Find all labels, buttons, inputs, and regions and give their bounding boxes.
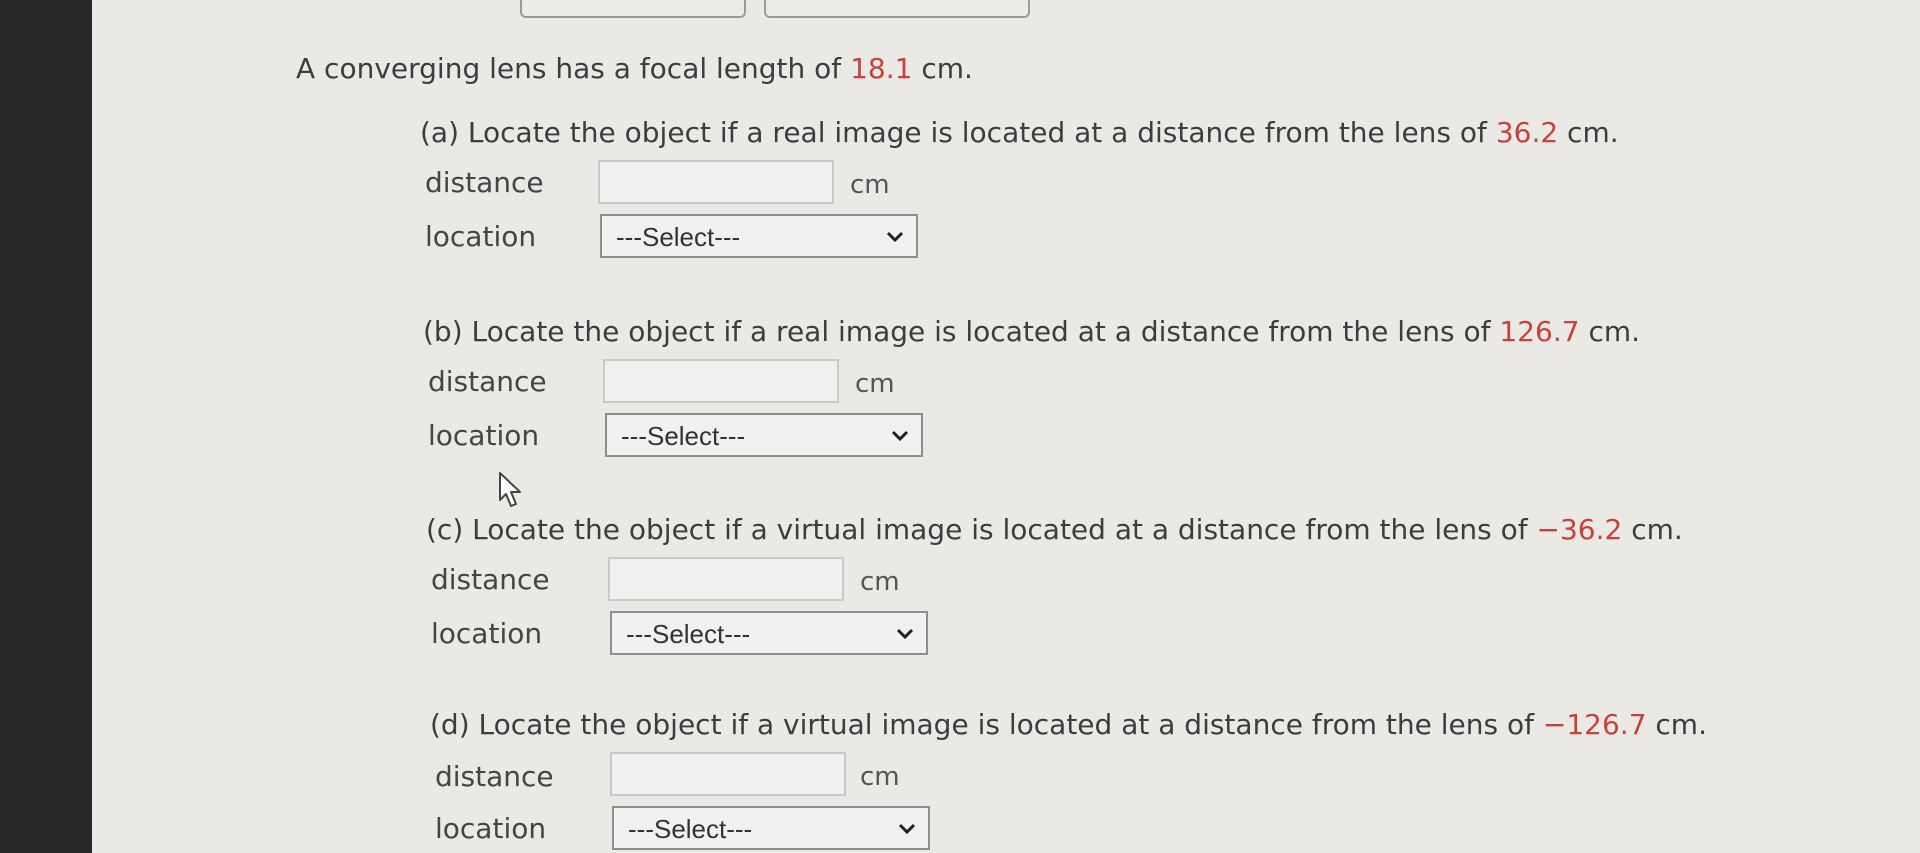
part-c-location-selected: ---Select--- xyxy=(626,619,751,649)
part-b-location-label: location xyxy=(428,419,540,452)
part-d-distance-label: distance xyxy=(435,760,554,793)
part-a-question: (a) Locate the object if a real image is… xyxy=(420,116,1619,149)
part-d: (d) Locate the object if a virtual image… xyxy=(430,708,1920,853)
part-d-question: (d) Locate the object if a virtual image… xyxy=(430,708,1707,741)
part-c-question: (c) Locate the object if a virtual image… xyxy=(426,513,1683,546)
part-c-distance-label: distance xyxy=(431,563,550,596)
part-c-location-select[interactable]: ---Select--- xyxy=(610,611,928,655)
part-a-distance-input[interactable] xyxy=(598,160,834,204)
chevron-down-icon xyxy=(898,823,916,835)
part-c-image-distance: −36.2 xyxy=(1536,513,1623,546)
chevron-down-icon xyxy=(896,628,914,640)
part-b: (b) Locate the object if a real image is… xyxy=(423,315,1920,465)
statement-text: A converging lens has a focal length of xyxy=(296,52,851,85)
chevron-down-icon xyxy=(891,430,909,442)
top-button-right[interactable] xyxy=(764,0,1030,18)
part-b-unit: cm xyxy=(855,369,895,399)
part-b-distance-label: distance xyxy=(428,365,547,398)
part-c-unit: cm xyxy=(860,567,900,597)
part-b-distance-input[interactable] xyxy=(603,359,839,403)
part-d-location-select[interactable]: ---Select--- xyxy=(612,806,930,850)
part-c-location-label: location xyxy=(431,617,543,650)
part-d-location-label: location xyxy=(435,812,547,845)
mouse-pointer-icon xyxy=(499,472,521,507)
part-d-location-selected: ---Select--- xyxy=(628,814,753,844)
part-c: (c) Locate the object if a virtual image… xyxy=(426,513,1920,663)
part-c-distance-input[interactable] xyxy=(608,557,844,601)
part-d-distance-input[interactable] xyxy=(610,752,846,796)
part-d-unit: cm xyxy=(860,762,900,792)
part-a-distance-label: distance xyxy=(425,166,544,199)
focal-length-value: 18.1 xyxy=(850,52,913,85)
part-a-location-select[interactable]: ---Select--- xyxy=(600,214,918,258)
part-b-question: (b) Locate the object if a real image is… xyxy=(423,315,1641,348)
part-b-location-select[interactable]: ---Select--- xyxy=(605,413,923,457)
part-a-unit: cm xyxy=(850,170,890,200)
chevron-down-icon xyxy=(886,231,904,243)
part-a-location-selected: ---Select--- xyxy=(616,222,741,252)
statement-unit: cm. xyxy=(912,52,973,85)
part-d-image-distance: −126.7 xyxy=(1542,708,1647,741)
part-a-location-label: location xyxy=(425,220,537,253)
part-b-location-selected: ---Select--- xyxy=(621,421,746,451)
problem-statement: A converging lens has a focal length of … xyxy=(296,52,973,85)
top-button-left[interactable] xyxy=(520,0,746,18)
screen-bezel xyxy=(0,0,92,853)
part-b-image-distance: 126.7 xyxy=(1499,315,1580,348)
part-a: (a) Locate the object if a real image is… xyxy=(420,116,1920,266)
part-a-image-distance: 36.2 xyxy=(1495,116,1559,149)
